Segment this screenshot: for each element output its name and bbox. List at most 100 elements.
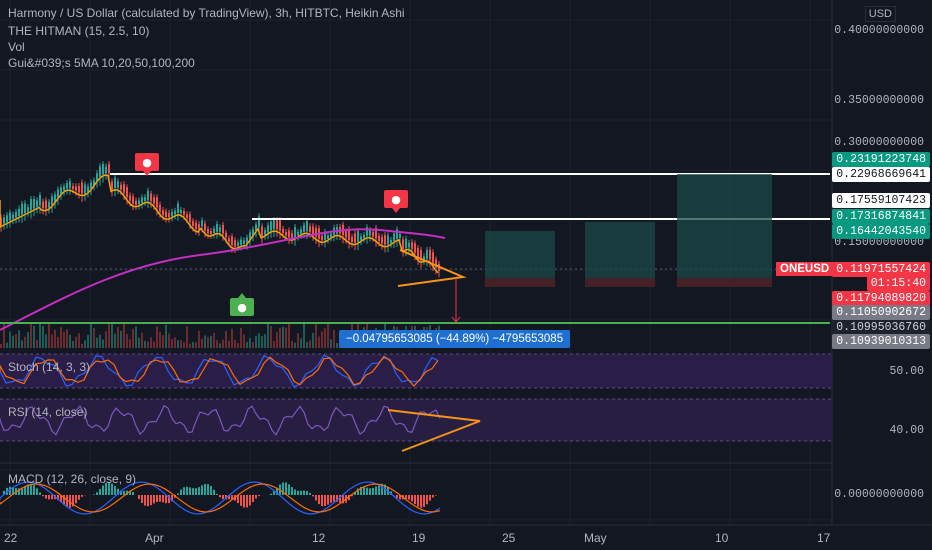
macd-hist (177, 493, 179, 495)
candle-body (3, 217, 5, 224)
candle-body (351, 236, 353, 242)
macd-hist (183, 487, 185, 495)
volume-bar (327, 323, 329, 348)
stop-zone (585, 278, 655, 287)
candle-body (15, 211, 17, 218)
volume-bar (270, 326, 272, 348)
candle-body (123, 184, 125, 193)
macd-label: MACD (12, 26, close, 9) (8, 472, 137, 486)
volume-bar (237, 343, 239, 348)
macd-hist (288, 484, 290, 495)
volume-bar (63, 331, 65, 348)
volume-bar (204, 335, 206, 348)
price-axis-label: 0.22968669641 (832, 167, 930, 182)
macd-hist (333, 495, 335, 502)
candle-body (195, 222, 197, 229)
volume-bar (162, 335, 164, 348)
volume-bar (267, 323, 269, 348)
bear-marker-icon-pointer (392, 208, 400, 213)
macd-hist (180, 489, 182, 495)
macd-hist (147, 495, 149, 507)
volume-bar (138, 337, 140, 348)
macd-hist (207, 484, 209, 495)
bear-marker-icon: ● (142, 156, 152, 169)
macd-hist (366, 487, 368, 495)
macd-hist (75, 495, 77, 504)
candle-body (210, 230, 212, 235)
candle-body (372, 231, 374, 237)
candle-body (129, 195, 131, 201)
volume-bar (324, 328, 326, 348)
stoch-tick: 50.00 (889, 365, 924, 378)
candle-body (75, 186, 77, 191)
volume-bar (135, 326, 137, 348)
volume-bar (168, 333, 170, 348)
macd-hist (78, 495, 80, 500)
macd-hist (318, 495, 320, 505)
ma-line (0, 174, 439, 274)
symbol-price-tag: ONEUSD (776, 262, 834, 276)
volume-bar (60, 327, 62, 348)
volume-bar (255, 335, 257, 348)
candle-body (390, 240, 392, 244)
volume-bar (228, 340, 230, 348)
macd-hist (414, 495, 416, 505)
candle-body (81, 182, 83, 194)
time-tick: 22 (4, 531, 18, 545)
macd-hist (312, 495, 314, 497)
volume-bar (309, 340, 311, 348)
volume-bar (279, 327, 281, 348)
volume-bar (99, 334, 101, 348)
volume-bar (105, 331, 107, 348)
candle-body (201, 220, 203, 227)
candle-body (48, 202, 50, 208)
macd-hist (159, 495, 161, 502)
volume-bar (117, 327, 119, 348)
volume-bar (312, 333, 314, 348)
volume-bar (318, 336, 320, 348)
volume-bar (132, 328, 134, 348)
candle-body (180, 209, 182, 214)
candle-body (267, 225, 269, 233)
candle-body (141, 197, 143, 203)
candle-body (171, 211, 173, 217)
candle-body (33, 198, 35, 209)
volume-bar (321, 331, 323, 348)
volume-bar (174, 337, 176, 348)
volume-bar (261, 336, 263, 348)
candle-body (39, 195, 41, 206)
volume-bar (213, 332, 215, 348)
candle-body (30, 199, 32, 210)
volume-bar (0, 344, 2, 348)
currency-badge[interactable]: USD (864, 6, 896, 22)
candle-body (306, 221, 308, 232)
candle-body (330, 233, 332, 237)
candle-body (183, 211, 185, 215)
macd-hist (195, 488, 197, 495)
macd-hist (204, 483, 206, 495)
macd-hist (297, 490, 299, 495)
macd-hist (165, 495, 167, 504)
volume-bar (333, 329, 335, 348)
candle-body (168, 212, 170, 218)
candle-body (63, 186, 65, 191)
price-axis-label: 0.17316874841 (832, 209, 930, 224)
volume-bar (150, 337, 152, 348)
macd-hist (36, 488, 38, 495)
candle-body (147, 190, 149, 201)
macd-hist (315, 495, 317, 501)
candle-body (327, 235, 329, 239)
price-axis-label: 01:15:40 (866, 276, 930, 291)
macd-hist (51, 495, 53, 500)
volume-bar (6, 342, 8, 348)
macd-hist (327, 495, 329, 505)
macd-tick: 0.00000000000 (834, 488, 924, 501)
candle-body (264, 230, 266, 235)
volume-bar (78, 333, 80, 348)
volume-bar (330, 339, 332, 348)
volume-bar (258, 333, 260, 348)
candle-body (408, 242, 410, 248)
volume-bar (87, 334, 89, 348)
time-tick: 12 (312, 531, 326, 545)
macd-hist (150, 495, 152, 506)
